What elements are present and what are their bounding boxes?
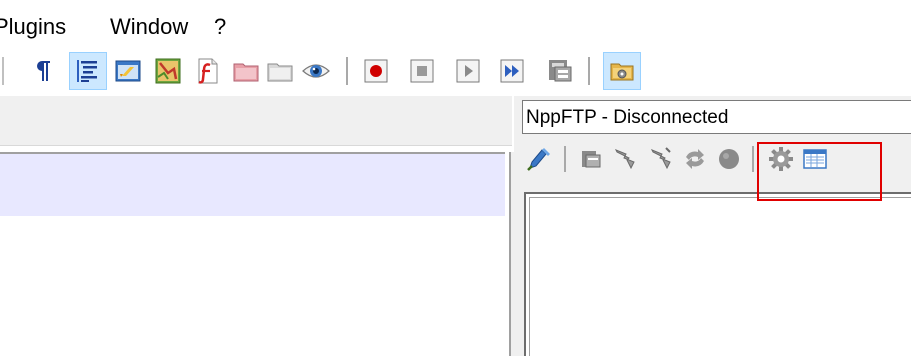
menu-window[interactable]: Window [110,14,188,40]
define-language-icon[interactable] [112,55,144,87]
menu-help[interactable]: ? [214,14,226,40]
toolbar-separator [346,57,348,85]
menu-plugins[interactable]: Plugins [0,14,66,40]
document-map-icon[interactable] [152,55,184,87]
refresh-icon[interactable] [682,146,708,172]
toolbar-separator [2,57,4,85]
main-toolbar [0,47,911,97]
indent-guide-icon[interactable] [69,52,107,90]
monitoring-icon[interactable] [300,55,332,87]
toolbar-separator [588,57,590,85]
run-macro-multiple-icon[interactable] [496,55,528,87]
notepadpp-window: Plugins Window ? NppFTP - Disconnected [0,0,911,356]
nppftp-status-title: NppFTP - Disconnected [526,107,729,128]
nppftp-directory-tree[interactable] [524,192,911,356]
monitoring-file-icon[interactable] [264,55,296,87]
upload-icon[interactable] [648,146,674,172]
folder-as-workspace-icon[interactable] [230,55,262,87]
toolbar-separator [752,146,754,172]
save-macro-icon[interactable] [544,55,576,87]
nppftp-title-bar: NppFTP - Disconnected [522,100,911,134]
abort-icon[interactable] [716,146,742,172]
show-all-characters-icon[interactable] [28,55,60,87]
function-list-icon[interactable] [192,55,224,87]
playback-icon[interactable] [452,55,484,87]
connect-icon[interactable] [526,146,552,172]
highlight-annotation-box [757,142,882,201]
open-directory-icon[interactable] [578,146,604,172]
menu-bar: Plugins Window ? [0,0,911,46]
start-recording-icon[interactable] [360,55,392,87]
editor-tab-bar [0,96,512,146]
stop-recording-icon[interactable] [406,55,438,87]
nppftp-icon[interactable] [603,52,641,90]
toolbar-separator [564,146,566,172]
tree-inner-border [529,197,911,356]
current-line-highlight [0,154,505,216]
download-icon[interactable] [612,146,638,172]
nppftp-panel: NppFTP - Disconnected [514,96,911,356]
